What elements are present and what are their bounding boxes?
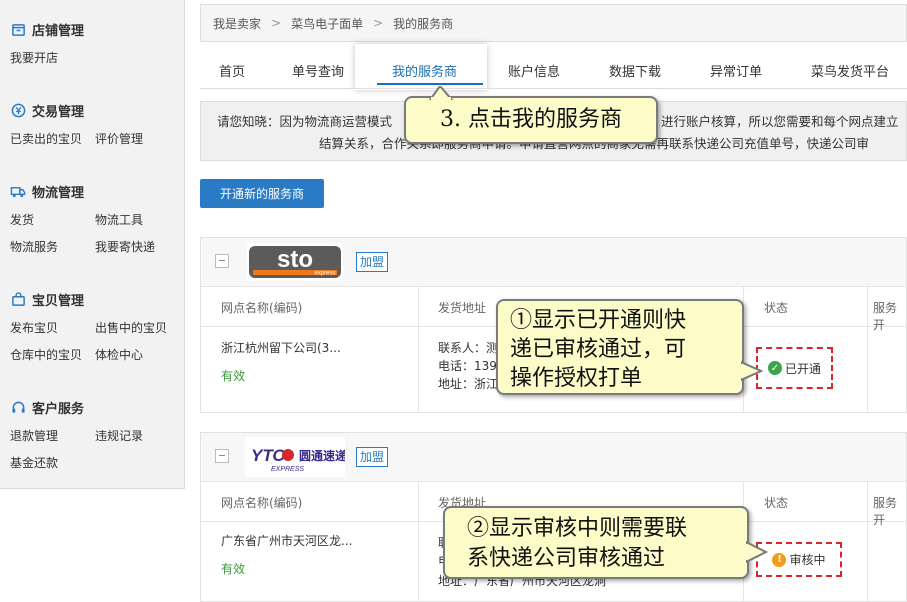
- join-badge[interactable]: 加盟: [356, 252, 389, 272]
- callout-opened-line: ①显示已开通则快: [510, 308, 687, 333]
- active-tab-underline: [377, 83, 483, 85]
- sidebar-section-title: 客户服务: [32, 401, 85, 417]
- callout-reviewing-line: ②显示审核中则需要联: [467, 516, 688, 541]
- col-service: 服务开: [873, 496, 898, 527]
- breadcrumb-separator: >: [373, 16, 384, 30]
- col-site-name: 网点名称(编码): [221, 301, 303, 315]
- status-reviewing: 审核中: [789, 553, 826, 567]
- sidebar-link-logistics-tools[interactable]: 物流工具: [95, 207, 180, 234]
- sidebar-section-trade: 交易管理 已卖出的宝贝 评价管理: [10, 100, 180, 153]
- yto-logo: YTO 圆通速递 EXPRESS: [245, 437, 347, 477]
- status-opened: 已开通: [784, 361, 821, 376]
- sidebar-section-title: 交易管理: [32, 104, 85, 120]
- sidebar-link-logistics-service[interactable]: 物流服务: [10, 234, 95, 261]
- breadcrumb-separator: >: [271, 16, 282, 30]
- collapse-toggle[interactable]: [215, 449, 229, 463]
- notice-line-1: 请您知晓：因为物流商运营模式: [217, 114, 393, 129]
- col-ship-address: 发货地址: [438, 301, 487, 315]
- breadcrumb-item: 我的服务商: [393, 16, 454, 31]
- bag-icon: [10, 291, 26, 307]
- tab-data-download[interactable]: 数据下载: [609, 61, 661, 80]
- col-site-name: 网点名称(编码): [221, 496, 303, 510]
- callout-opened-pointer: [741, 360, 763, 382]
- headset-icon: [10, 399, 26, 415]
- callout-opened-line: 递已审核通过，可: [510, 337, 687, 362]
- column-divider: [418, 481, 419, 601]
- sidebar-link-reviews[interactable]: 评价管理: [95, 126, 180, 153]
- callout-reviewing-note: ②显示审核中则需要联 系快递公司审核通过: [443, 506, 749, 579]
- collapse-toggle[interactable]: [215, 254, 229, 268]
- sidebar-link-send-express[interactable]: 我要寄快递: [95, 234, 180, 261]
- contact-phone: 电话：139: [438, 359, 497, 373]
- sto-logo-text: sto: [277, 246, 313, 273]
- sidebar-section-title: 宝贝管理: [32, 293, 85, 309]
- yto-logo-sub: EXPRESS: [271, 466, 304, 473]
- validity-status: 有效: [221, 369, 246, 383]
- provider-card-header: sto express 加盟: [201, 238, 906, 287]
- tab-my-providers[interactable]: 我的服务商: [392, 61, 457, 80]
- tab-bar: 首页 单号查询 我的服务商 账户信息 数据下载 异常订单 菜鸟发货平台: [200, 48, 907, 89]
- sto-logo: sto express: [247, 243, 343, 281]
- truck-icon: [10, 183, 26, 199]
- sidebar-section-items: 宝贝管理 发布宝贝 出售中的宝贝 仓库中的宝贝 体检中心: [10, 289, 180, 369]
- site-name: 浙江杭州留下公司(3...: [221, 341, 341, 355]
- yto-logo-cn: 圆通速递: [299, 448, 345, 463]
- open-new-provider-button[interactable]: 开通新的服务商: [200, 179, 324, 208]
- callout-step3-pointer: [428, 86, 454, 100]
- col-status: 状态: [764, 496, 789, 510]
- sidebar-link-ship[interactable]: 发货: [10, 207, 95, 234]
- warning-icon: !: [772, 552, 787, 567]
- callout-step3: 3. 点击我的服务商: [404, 96, 658, 144]
- col-service: 服务开: [873, 301, 898, 332]
- tab-home[interactable]: 首页: [219, 61, 245, 80]
- sidebar-link-on-sale[interactable]: 出售中的宝贝: [95, 315, 180, 342]
- yen-icon: [10, 102, 26, 118]
- notice-line-1-tail: 进行账户核算，所以您需要和每个网点建立: [661, 114, 899, 129]
- column-divider: [867, 481, 868, 601]
- contact-address: 地址：浙江: [438, 377, 499, 391]
- validity-status: 有效: [221, 562, 246, 576]
- breadcrumb-item[interactable]: 菜鸟电子面单: [291, 15, 363, 32]
- sidebar-link-warehouse[interactable]: 仓库中的宝贝: [10, 342, 95, 369]
- sidebar-link-fund-repay[interactable]: 基金还款: [10, 450, 95, 477]
- status-reviewing-box: ! 审核中: [756, 542, 842, 577]
- sidebar-section-logistics: 物流管理 发货 物流工具 物流服务 我要寄快递: [10, 181, 180, 261]
- join-badge[interactable]: 加盟: [356, 447, 389, 467]
- sidebar-section-store: 店铺管理 我要开店: [10, 19, 180, 72]
- site-name: 广东省广州市天河区龙...: [221, 534, 353, 548]
- sidebar-link-violations[interactable]: 违规记录: [95, 423, 180, 450]
- column-divider: [418, 286, 419, 412]
- breadcrumb: 我是卖家 > 菜鸟电子面单 > 我的服务商: [200, 4, 907, 42]
- sidebar-link-sold[interactable]: 已卖出的宝贝: [10, 126, 95, 153]
- tab-tracking-query[interactable]: 单号查询: [292, 61, 344, 80]
- sidebar: 店铺管理 我要开店 交易管理 已卖出的宝贝 评价管理 物流管理 发货 物流工具 …: [0, 0, 185, 489]
- callout-opened-note: ①显示已开通则快 递已审核通过，可 操作授权打单: [496, 299, 744, 395]
- sidebar-link-refund[interactable]: 退款管理: [10, 423, 95, 450]
- tab-cainiao-shipping[interactable]: 菜鸟发货平台: [811, 61, 889, 80]
- store-icon: [10, 21, 26, 37]
- contact-person: 联系人：测: [438, 341, 499, 355]
- tab-account-info[interactable]: 账户信息: [508, 61, 560, 80]
- tab-abnormal-orders[interactable]: 异常订单: [710, 61, 762, 80]
- callout-step3-text: 3. 点击我的服务商: [440, 107, 622, 132]
- callout-reviewing-pointer: [746, 540, 768, 564]
- status-opened-box: ✓ 已开通: [756, 347, 833, 389]
- column-divider: [867, 286, 868, 412]
- sidebar-section-title: 店铺管理: [32, 23, 85, 39]
- yto-logo-text: YTO: [251, 446, 286, 465]
- col-status: 状态: [764, 301, 789, 315]
- callout-reviewing-line: 系快递公司审核通过: [467, 546, 666, 571]
- check-circle-icon: ✓: [767, 361, 782, 375]
- provider-card-header: YTO 圆通速递 EXPRESS 加盟: [201, 433, 906, 482]
- callout-opened-line: 操作授权打单: [510, 366, 643, 391]
- sto-logo-sub: express: [314, 271, 335, 277]
- sidebar-link-open-store[interactable]: 我要开店: [10, 45, 95, 72]
- sidebar-section-service: 客户服务 退款管理 违规记录 基金还款: [10, 397, 180, 477]
- sidebar-link-publish[interactable]: 发布宝贝: [10, 315, 95, 342]
- breadcrumb-item[interactable]: 我是卖家: [213, 15, 261, 32]
- sidebar-link-checkup[interactable]: 体检中心: [95, 342, 180, 369]
- main-content: 我是卖家 > 菜鸟电子面单 > 我的服务商 首页 单号查询 我的服务商 账户信息…: [200, 0, 907, 602]
- sidebar-section-title: 物流管理: [32, 185, 85, 201]
